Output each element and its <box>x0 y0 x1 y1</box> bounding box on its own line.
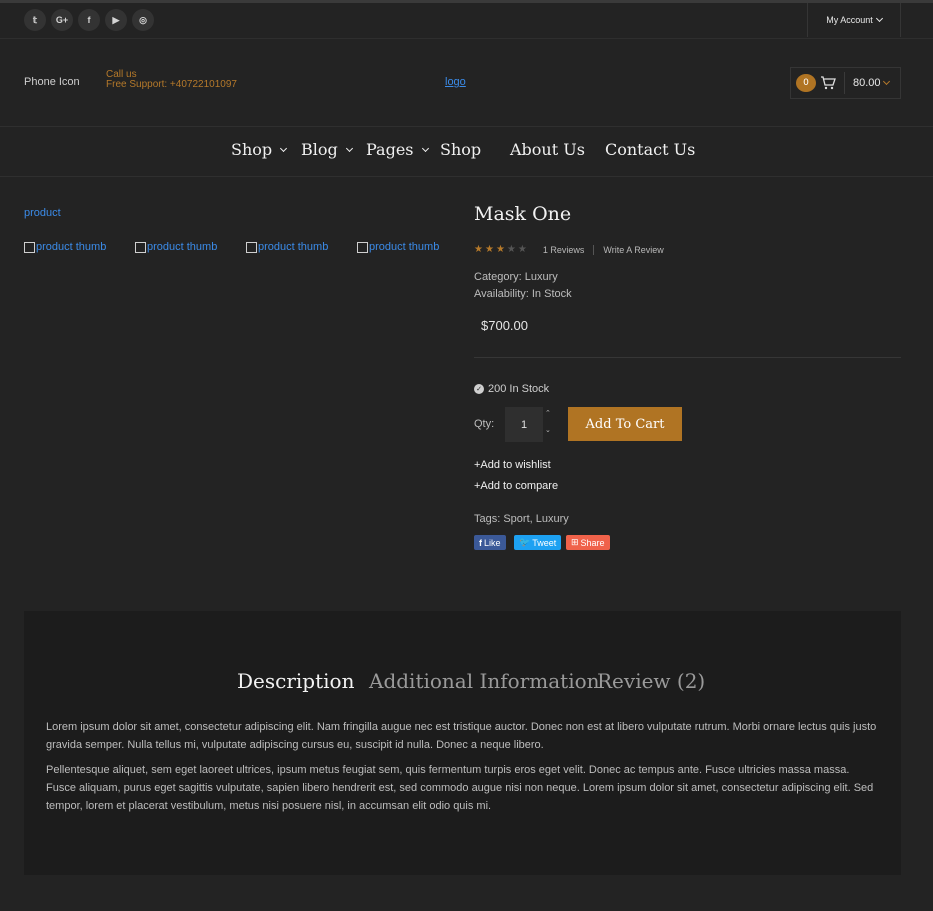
support-phone[interactable]: Free Support: +40722101097 <box>106 80 237 90</box>
nav-item-label: Shop <box>231 140 273 159</box>
site-header: Phone Icon Call us Free Support: +407221… <box>0 39 933 127</box>
my-account-label: My Account <box>826 15 873 25</box>
quantity-input[interactable]: 1 <box>505 407 543 442</box>
chevron-down-icon <box>280 144 288 152</box>
cart-count-badge: 0 <box>796 74 816 92</box>
star-empty-icon: ★ <box>506 244 516 255</box>
chevron-down-icon <box>345 144 353 152</box>
nav-item-pages[interactable]: Pages <box>366 140 429 159</box>
tweet-label: Tweet <box>532 537 557 548</box>
reviews-count-link[interactable]: 1 Reviews <box>543 245 585 255</box>
add-to-compare-link[interactable]: +Add to compare <box>474 480 558 492</box>
chevron-down-icon <box>421 144 429 152</box>
nav-item-label: Contact Us <box>605 140 696 159</box>
nav-item-about-us[interactable]: About Us <box>510 140 585 159</box>
chevron-down-icon <box>882 77 890 86</box>
cart-icon <box>821 76 836 90</box>
nav-item-shop-2[interactable]: Shop <box>440 140 481 159</box>
my-account-dropdown[interactable]: My Account <box>807 3 901 37</box>
tab-additional-information[interactable]: Additional Information <box>369 669 600 693</box>
site-logo[interactable]: logo <box>445 76 466 88</box>
cart-total: 80.00 <box>853 77 881 89</box>
product-thumbnail[interactable]: product thumb <box>135 241 217 253</box>
divider <box>474 357 901 358</box>
tweet-button[interactable]: 🐦 Tweet <box>514 535 562 550</box>
nav-item-shop[interactable]: Shop <box>231 140 288 159</box>
social-links: 𝕥 G+ f ▶ ◎ <box>24 9 154 31</box>
star-filled-icon: ★ <box>474 244 483 255</box>
star-empty-icon: ★ <box>517 244 527 255</box>
stock-label: 200 In Stock <box>488 383 550 395</box>
broken-image-icon <box>357 241 368 253</box>
check-circle-icon: ✓ <box>474 384 484 394</box>
stock-status: ✓ 200 In Stock <box>474 383 549 395</box>
quantity-stepper[interactable]: ⌃ ⌄ <box>545 410 551 434</box>
broken-image-icon <box>24 241 35 253</box>
tab-description[interactable]: Description <box>237 669 354 693</box>
plus-square-icon: ⊞ <box>571 537 579 547</box>
broken-image-icon <box>246 241 257 253</box>
description-paragraph: Lorem ipsum dolor sit amet, consectetur … <box>46 721 877 751</box>
product-thumbnail[interactable]: product thumb <box>246 241 328 253</box>
description-paragraph: Pellentesque aliquet, sem eget laoreet u… <box>46 764 874 812</box>
like-label: Like <box>484 537 501 548</box>
chevron-up-icon[interactable]: ⌃ <box>545 410 551 417</box>
youtube-icon[interactable]: ▶ <box>105 9 127 31</box>
qty-label: Qty: <box>474 418 495 430</box>
product-category: Category: Luxury <box>474 271 558 283</box>
main-nav: Shop Blog Pages Shop About Us Contact Us <box>0 127 933 177</box>
thumbnail-alt: product thumb <box>147 241 218 253</box>
write-review-link[interactable]: Write A Review <box>603 245 663 255</box>
thumbnail-alt: product thumb <box>369 241 440 253</box>
thumbnail-alt: product thumb <box>258 241 329 253</box>
product-rating: ★ ★ ★ ★ ★ 1 Reviews Write A Review <box>474 244 664 255</box>
product-main-image[interactable]: product <box>24 207 61 219</box>
mini-cart[interactable]: 0 80.00 <box>790 67 901 99</box>
contact-info: Call us Free Support: +40722101097 <box>106 70 237 90</box>
nav-item-label: Blog <box>301 140 338 159</box>
facebook-like-button[interactable]: f Like <box>474 535 506 550</box>
add-to-cart-button[interactable]: Add To Cart <box>568 407 682 441</box>
star-filled-icon: ★ <box>495 244 505 255</box>
divider <box>593 244 595 255</box>
nav-item-label: Shop <box>440 140 482 159</box>
tab-review[interactable]: Review (2) <box>597 669 705 693</box>
share-label: Share <box>580 537 605 548</box>
twitter-icon[interactable]: 𝕥 <box>24 9 46 31</box>
google-plus-icon[interactable]: G+ <box>51 9 73 31</box>
chevron-down-icon[interactable]: ⌄ <box>545 427 551 434</box>
star-filled-icon: ★ <box>484 244 494 255</box>
product-availability: Availability: In Stock <box>474 288 572 300</box>
product-thumbnail[interactable]: product thumb <box>357 241 439 253</box>
top-bar: 𝕥 G+ f ▶ ◎ My Account <box>0 3 933 39</box>
nav-item-label: Pages <box>366 140 414 159</box>
share-button[interactable]: ⊞ Share <box>566 535 610 550</box>
product-thumbnail[interactable]: product thumb <box>24 241 106 253</box>
twitter-icon: 🐦 <box>519 537 531 547</box>
nav-item-blog[interactable]: Blog <box>301 140 353 159</box>
add-to-wishlist-link[interactable]: +Add to wishlist <box>474 459 551 471</box>
facebook-icon[interactable]: f <box>78 9 100 31</box>
thumbnail-alt: product thumb <box>36 241 107 253</box>
facebook-icon: f <box>479 537 482 548</box>
chevron-down-icon <box>875 14 883 23</box>
product-tags: Tags: Sport, Luxury <box>474 513 569 525</box>
product-title: Mask One <box>474 203 572 225</box>
nav-item-label: About Us <box>510 140 585 159</box>
broken-image-icon <box>135 241 146 253</box>
cart-divider <box>844 72 845 94</box>
nav-item-contact-us[interactable]: Contact Us <box>605 140 695 159</box>
phone-icon: Phone Icon <box>24 76 80 88</box>
instagram-icon[interactable]: ◎ <box>132 9 154 31</box>
product-price: $700.00 <box>481 318 528 333</box>
